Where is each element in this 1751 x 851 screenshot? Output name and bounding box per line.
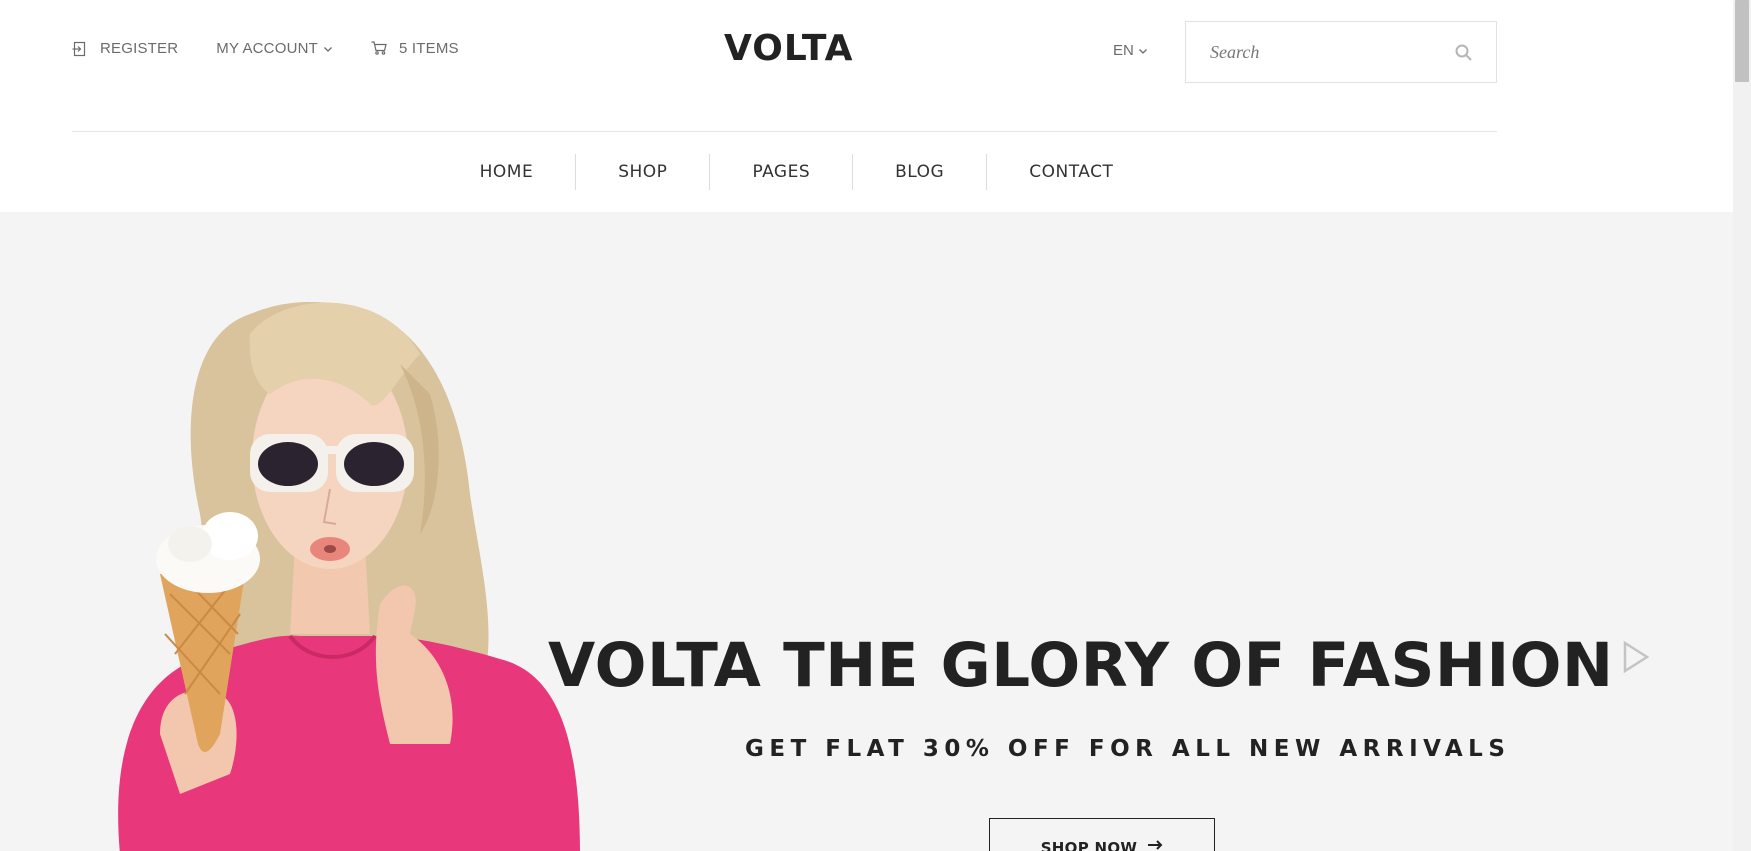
shop-now-label: SHOP NOW xyxy=(1040,839,1138,851)
search-icon[interactable] xyxy=(1454,43,1474,63)
register-label: REGISTER xyxy=(100,40,179,57)
sign-in-icon xyxy=(72,41,88,57)
page-scrollbar[interactable] xyxy=(1733,0,1751,851)
nav-item-contact[interactable]: CONTACT xyxy=(986,154,1155,190)
chevron-down-icon xyxy=(1138,46,1148,56)
my-account-dropdown[interactable]: MY ACCOUNT xyxy=(216,40,333,57)
cart-link[interactable]: 5 ITEMS xyxy=(371,40,459,57)
utility-links: REGISTER MY ACCOUNT 5 ITEMS xyxy=(72,40,497,57)
cart-label: 5 ITEMS xyxy=(399,40,459,57)
page: REGISTER MY ACCOUNT 5 ITEMS VOLTA EN Sea… xyxy=(0,0,1751,851)
scrollbar-thumb[interactable] xyxy=(1735,0,1749,82)
slider-next-button[interactable] xyxy=(1622,640,1650,674)
site-header: REGISTER MY ACCOUNT 5 ITEMS VOLTA EN Sea… xyxy=(0,0,1733,212)
search-input[interactable] xyxy=(1186,22,1436,82)
chevron-down-icon xyxy=(323,44,333,54)
hero-slider: VOLTA THE GLORY OF FASHION GET FLAT 30% … xyxy=(0,212,1733,851)
language-label: EN xyxy=(1113,42,1134,59)
cart-icon xyxy=(371,40,387,57)
site-logo[interactable]: VOLTA xyxy=(724,28,853,69)
nav-item-blog[interactable]: BLOG xyxy=(852,154,986,190)
nav-item-pages[interactable]: PAGES xyxy=(709,154,852,190)
arrow-right-icon xyxy=(1147,839,1163,851)
shop-now-button[interactable]: SHOP NOW xyxy=(989,818,1215,851)
search-box xyxy=(1185,21,1497,83)
main-navigation: HOME SHOP PAGES BLOG CONTACT xyxy=(0,132,1733,212)
hero-title: VOLTA THE GLORY OF FASHION xyxy=(548,630,1614,701)
play-arrow-icon xyxy=(1622,640,1650,678)
register-link[interactable]: REGISTER xyxy=(72,40,178,57)
language-selector[interactable]: EN xyxy=(1113,42,1148,59)
nav-item-home[interactable]: HOME xyxy=(438,154,576,190)
nav-item-shop[interactable]: SHOP xyxy=(575,154,709,190)
hero-model-image xyxy=(80,274,590,851)
account-label: MY ACCOUNT xyxy=(216,40,319,57)
hero-subtitle: GET FLAT 30% OFF FOR ALL NEW ARRIVALS xyxy=(745,736,1511,762)
